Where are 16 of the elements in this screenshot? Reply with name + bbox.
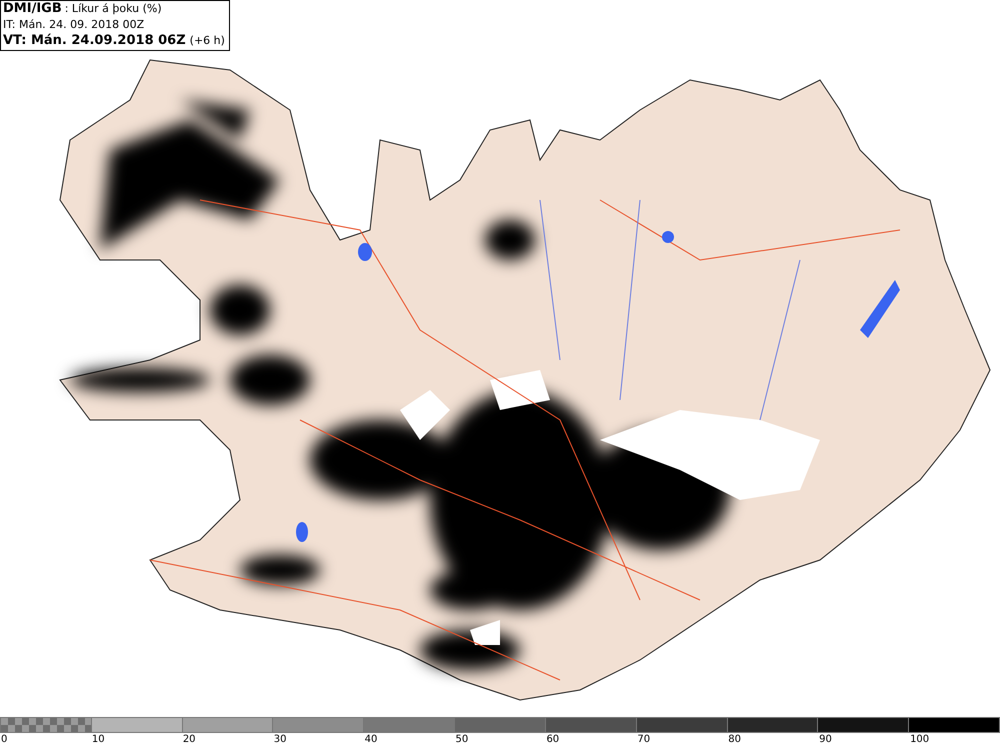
source-label: DMI/IGB [3,1,62,16]
legend-label: 70 [636,733,652,747]
legend-label: 100 [909,733,930,747]
legend-label: 20 [182,733,197,747]
product-label: : Líkur á þoku (%) [64,2,162,15]
legend-label: 80 [727,733,742,747]
legend-label: 40 [364,733,378,747]
legend-label: 10 [90,733,106,747]
legend-label: 30 [272,733,288,747]
legend-label: 0 [0,733,8,747]
legend-label: 50 [454,733,470,747]
valid-time: VT: Mán. 24.09.2018 06Z [3,33,186,48]
legend-label: 90 [818,733,833,747]
valid-offset: (+6 h) [190,34,225,47]
issue-time: IT: Mán. 24. 09. 2018 00Z [3,17,146,33]
legend-label: 60 [545,733,560,747]
